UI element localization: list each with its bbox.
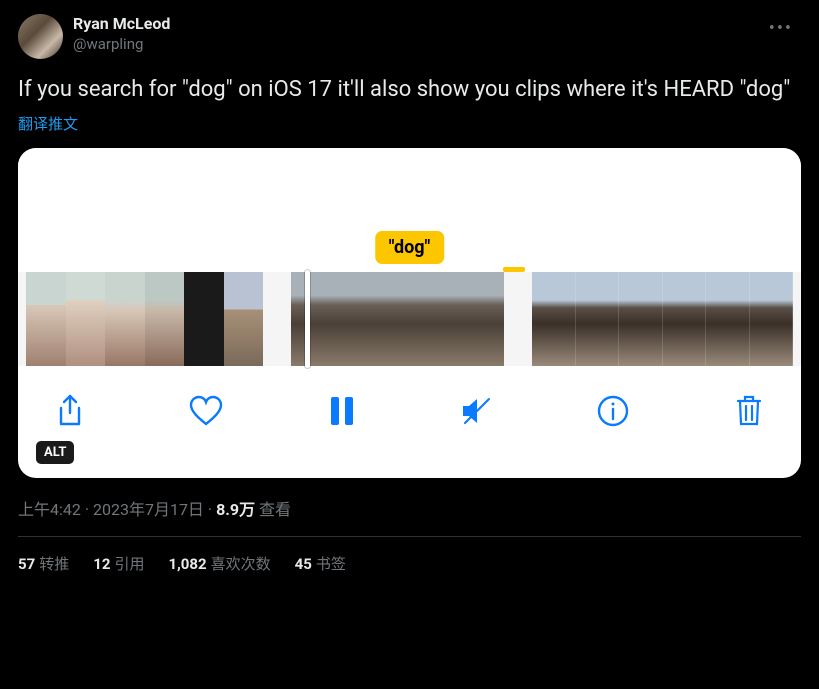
quotes-label: 引用: [114, 555, 144, 573]
translate-link[interactable]: 翻译推文: [18, 113, 801, 134]
retweets-stat[interactable]: 57转推: [18, 553, 69, 574]
timeline-frame: [663, 272, 706, 366]
info-icon[interactable]: [593, 391, 633, 431]
user-handle: @warpling: [73, 35, 170, 55]
search-term-badge: "dog": [375, 231, 445, 264]
quotes-stat[interactable]: 12引用: [93, 553, 144, 574]
playhead[interactable]: [305, 270, 310, 368]
video-timeline[interactable]: [18, 272, 801, 366]
tweet-text: If you search for "dog" on iOS 17 it'll …: [18, 75, 801, 105]
bookmarks-label: 书签: [316, 555, 346, 573]
timeline-frame: [224, 272, 264, 366]
pause-icon[interactable]: [322, 391, 362, 431]
timeline-frame: [66, 272, 106, 366]
divider: [18, 536, 801, 537]
timeline-frame: [576, 272, 619, 366]
tweet-stats: 57转推 12引用 1,082 喜欢次数 45书签: [18, 553, 801, 574]
timeline-frame: [291, 272, 362, 366]
bookmarks-stat[interactable]: 45书签: [295, 553, 346, 574]
timeline-marker: [503, 267, 525, 272]
tweet-time[interactable]: 上午4:42: [18, 500, 81, 519]
timeline-frame: [105, 272, 145, 366]
avatar[interactable]: [18, 14, 63, 59]
timeline-frame: [145, 272, 185, 366]
timeline-frame: [750, 272, 793, 366]
timeline-frame: [433, 272, 504, 366]
retweets-label: 转推: [39, 555, 69, 573]
timeline-frame: [26, 272, 66, 366]
clip-group[interactable]: [532, 272, 793, 366]
bookmarks-count: 45: [295, 555, 312, 573]
display-name: Ryan McLeod: [73, 14, 170, 35]
timeline-frame: [619, 272, 662, 366]
likes-label: 喜欢次数: [211, 555, 271, 573]
clip-group[interactable]: [26, 272, 263, 366]
views-label: 查看: [259, 500, 291, 519]
retweets-count: 57: [18, 555, 35, 573]
tweet-date[interactable]: 2023年7月17日: [93, 500, 204, 519]
timeline-frame: [706, 272, 749, 366]
more-icon[interactable]: •••: [761, 14, 801, 43]
tweet-header: Ryan McLeod @warpling •••: [18, 14, 801, 59]
trash-icon[interactable]: [729, 391, 769, 431]
likes-count: 1,082: [168, 555, 206, 573]
media-card[interactable]: "dog": [18, 148, 801, 478]
likes-stat[interactable]: 1,082 喜欢次数: [168, 553, 270, 574]
user-info[interactable]: Ryan McLeod @warpling: [73, 14, 170, 54]
heart-icon[interactable]: [186, 391, 226, 431]
views-count: 8.9万: [216, 500, 255, 519]
timeline-frame: [362, 272, 433, 366]
media-top: "dog": [18, 148, 801, 272]
timeline-frame: [184, 272, 224, 366]
share-icon[interactable]: [50, 391, 90, 431]
alt-badge[interactable]: ALT: [36, 441, 74, 464]
quotes-count: 12: [93, 555, 110, 573]
timeline-frame: [532, 272, 575, 366]
media-controls: [18, 366, 801, 456]
tweet-container: Ryan McLeod @warpling ••• If you search …: [0, 0, 819, 588]
tweet-meta: 上午4:42 · 2023年7月17日 · 8.9万 查看: [18, 496, 801, 520]
mute-icon[interactable]: [457, 391, 497, 431]
clip-group[interactable]: [291, 272, 504, 366]
